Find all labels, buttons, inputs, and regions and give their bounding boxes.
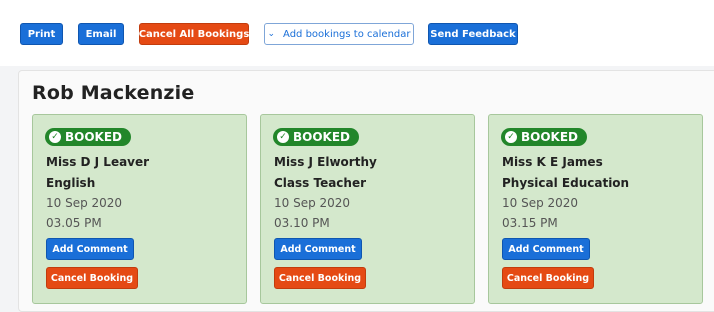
booking-date: 10 Sep 2020 bbox=[502, 196, 579, 210]
status-label: BOOKED bbox=[65, 130, 123, 144]
booking-card: ✓ BOOKED Miss D J Leaver English 10 Sep … bbox=[32, 114, 247, 304]
status-badge: ✓ BOOKED bbox=[501, 128, 588, 146]
check-icon: ✓ bbox=[277, 131, 289, 143]
cancel-booking-button[interactable]: Cancel Booking bbox=[46, 267, 138, 289]
booking-time: 03.15 PM bbox=[502, 216, 558, 230]
cancel-booking-button[interactable]: Cancel Booking bbox=[274, 267, 366, 289]
booking-date: 10 Sep 2020 bbox=[274, 196, 351, 210]
status-label: BOOKED bbox=[293, 130, 351, 144]
subject: Physical Education bbox=[502, 176, 630, 190]
status-badge: ✓ BOOKED bbox=[45, 128, 132, 146]
booking-date: 10 Sep 2020 bbox=[46, 196, 123, 210]
check-icon: ✓ bbox=[505, 131, 517, 143]
check-icon: ✓ bbox=[49, 131, 61, 143]
booking-time: 03.05 PM bbox=[46, 216, 102, 230]
teacher-name: Miss K E James bbox=[502, 155, 603, 169]
status-label: BOOKED bbox=[521, 130, 579, 144]
add-comment-button[interactable]: Add Comment bbox=[502, 238, 590, 260]
status-badge: ✓ BOOKED bbox=[273, 128, 360, 146]
toolbar: Print Email Cancel All Bookings ⌄ Add bo… bbox=[0, 10, 714, 66]
email-button[interactable]: Email bbox=[78, 23, 124, 45]
print-button[interactable]: Print bbox=[20, 23, 63, 45]
parent-name: Rob Mackenzie bbox=[32, 82, 195, 104]
subject: Class Teacher bbox=[274, 176, 367, 190]
cancel-booking-button[interactable]: Cancel Booking bbox=[502, 267, 594, 289]
top-strip bbox=[0, 0, 714, 10]
cancel-all-bookings-button[interactable]: Cancel All Bookings bbox=[139, 23, 249, 45]
add-comment-button[interactable]: Add Comment bbox=[274, 238, 362, 260]
add-comment-button[interactable]: Add Comment bbox=[46, 238, 134, 260]
add-to-calendar-dropdown[interactable]: ⌄ Add bookings to calendar bbox=[264, 23, 414, 45]
booking-card: ✓ BOOKED Miss J Elworthy Class Teacher 1… bbox=[260, 114, 475, 304]
add-to-calendar-label: Add bookings to calendar bbox=[283, 28, 411, 40]
teacher-name: Miss D J Leaver bbox=[46, 155, 150, 169]
teacher-name: Miss J Elworthy bbox=[274, 155, 377, 169]
booking-time: 03.10 PM bbox=[274, 216, 330, 230]
send-feedback-button[interactable]: Send Feedback bbox=[428, 23, 518, 45]
booking-card: ✓ BOOKED Miss K E James Physical Educati… bbox=[488, 114, 703, 304]
subject: English bbox=[46, 176, 96, 190]
chevron-down-icon: ⌄ bbox=[267, 29, 276, 39]
